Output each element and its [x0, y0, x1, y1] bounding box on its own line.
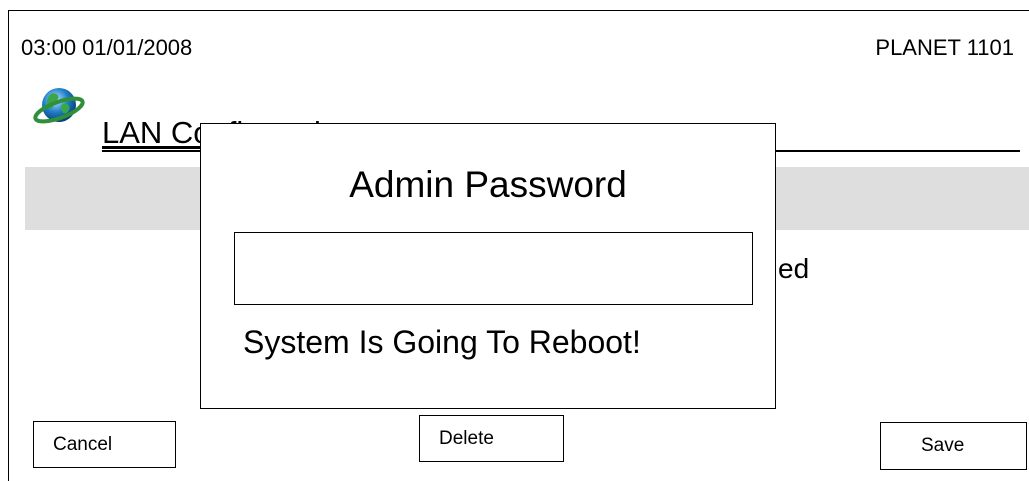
obscured-status-text: ed: [778, 253, 810, 284]
globe-icon: [33, 80, 85, 128]
delete-button[interactable]: Delete: [419, 415, 564, 462]
admin-password-dialog: Admin Password System Is Going To Reboot…: [200, 123, 776, 409]
save-button[interactable]: Save: [880, 422, 1027, 470]
device-name: PLANET 1101: [875, 35, 1014, 60]
reboot-message: System Is Going To Reboot!: [243, 324, 641, 360]
datetime-display: 03:00 01/01/2008: [21, 35, 193, 60]
password-input[interactable]: [234, 232, 753, 305]
dialog-title: Admin Password: [349, 164, 627, 205]
cancel-button[interactable]: Cancel: [33, 421, 176, 468]
